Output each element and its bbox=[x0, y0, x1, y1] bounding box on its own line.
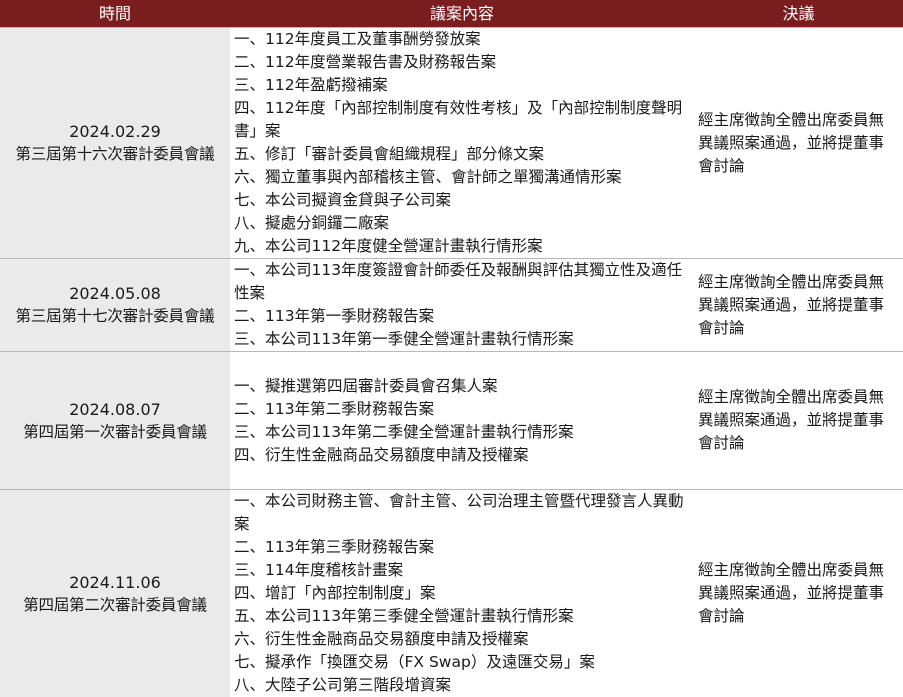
meeting-name: 第三屆第十七次審計委員會議 bbox=[0, 305, 230, 328]
resolution-cell: 經主席徵詢全體出席委員無異議照案通過，並將提董事會討論 bbox=[694, 352, 903, 490]
agenda-item: 五、本公司113年第三季健全營運計畫執行情形案 bbox=[234, 605, 688, 628]
agenda-item: 三、112年盈虧撥補案 bbox=[234, 74, 688, 97]
meeting-name: 第四屆第一次審計委員會議 bbox=[0, 421, 230, 444]
agenda-item: 六、衍生性金融商品交易額度申請及授權案 bbox=[234, 628, 688, 651]
header-content: 議案內容 bbox=[230, 0, 694, 28]
agenda-cell: 一、本公司113年度簽證會計師委任及報酬與評估其獨立性及適任性案 二、113年第… bbox=[230, 259, 694, 352]
meeting-time-cell: 2024.05.08 第三屆第十七次審計委員會議 bbox=[0, 259, 230, 352]
agenda-item: 八、大陸子公司第三階段增資案 bbox=[234, 674, 688, 697]
agenda-item: 三、本公司113年第二季健全營運計畫執行情形案 bbox=[234, 421, 688, 444]
resolution-cell: 經主席徵詢全體出席委員無異議照案通過，並將提董事會討論 bbox=[694, 28, 903, 259]
agenda-item: 四、衍生性金融商品交易額度申請及授權案 bbox=[234, 444, 688, 467]
agenda-item: 七、本公司擬資金貸與子公司案 bbox=[234, 189, 688, 212]
table-row: 2024.08.07 第四屆第一次審計委員會議 一、擬推選第四屆審計委員會召集人… bbox=[0, 352, 903, 490]
agenda-cell: 一、擬推選第四屆審計委員會召集人案 二、113年第二季財務報告案 三、本公司11… bbox=[230, 352, 694, 490]
table-row: 2024.11.06 第四屆第二次審計委員會議 一、本公司財務主管、會計主管、公… bbox=[0, 490, 903, 697]
agenda-item: 九、本公司112年度健全營運計畫執行情形案 bbox=[234, 235, 688, 258]
meeting-time-cell: 2024.08.07 第四屆第一次審計委員會議 bbox=[0, 352, 230, 490]
table-row: 2024.02.29 第三屆第十六次審計委員會議 一、112年度員工及董事酬勞發… bbox=[0, 28, 903, 259]
agenda-item: 三、114年度稽核計畫案 bbox=[234, 559, 688, 582]
resolution-cell: 經主席徵詢全體出席委員無異議照案通過，並將提董事會討論 bbox=[694, 490, 903, 697]
agenda-item: 一、本公司113年度簽證會計師委任及報酬與評估其獨立性及適任性案 bbox=[234, 259, 688, 305]
agenda-item: 二、113年第二季財務報告案 bbox=[234, 398, 688, 421]
agenda-item: 二、113年第三季財務報告案 bbox=[234, 536, 688, 559]
agenda-item: 五、修訂「審計委員會組織規程」部分條文案 bbox=[234, 143, 688, 166]
header-resolution: 決議 bbox=[694, 0, 903, 28]
table-row: 2024.05.08 第三屆第十七次審計委員會議 一、本公司113年度簽證會計師… bbox=[0, 259, 903, 352]
agenda-item: 四、112年度「內部控制制度有效性考核」及「內部控制制度聲明書」案 bbox=[234, 97, 688, 143]
agenda-item: 二、113年第一季財務報告案 bbox=[234, 305, 688, 328]
meeting-date: 2024.05.08 bbox=[0, 282, 230, 305]
agenda-item: 二、112年度營業報告書及財務報告案 bbox=[234, 51, 688, 74]
meeting-date: 2024.08.07 bbox=[0, 398, 230, 421]
meeting-time-cell: 2024.02.29 第三屆第十六次審計委員會議 bbox=[0, 28, 230, 259]
agenda-item: 八、擬處分銅鑼二廠案 bbox=[234, 212, 688, 235]
agenda-item: 六、獨立董事與內部稽核主管、會計師之單獨溝通情形案 bbox=[234, 166, 688, 189]
resolution-cell: 經主席徵詢全體出席委員無異議照案通過，並將提董事會討論 bbox=[694, 259, 903, 352]
meeting-name: 第三屆第十六次審計委員會議 bbox=[0, 143, 230, 166]
meeting-time-cell: 2024.11.06 第四屆第二次審計委員會議 bbox=[0, 490, 230, 697]
audit-committee-meetings-table: 時間 議案內容 決議 2024.02.29 第三屆第十六次審計委員會議 一、11… bbox=[0, 0, 903, 697]
agenda-item: 三、本公司113年第一季健全營運計畫執行情形案 bbox=[234, 328, 688, 351]
meeting-date: 2024.11.06 bbox=[0, 571, 230, 594]
agenda-item: 一、112年度員工及董事酬勞發放案 bbox=[234, 28, 688, 51]
agenda-item: 七、擬承作「換匯交易（FX Swap）及遠匯交易」案 bbox=[234, 651, 688, 674]
meeting-name: 第四屆第二次審計委員會議 bbox=[0, 594, 230, 617]
agenda-cell: 一、112年度員工及董事酬勞發放案 二、112年度營業報告書及財務報告案 三、1… bbox=[230, 28, 694, 259]
table-header: 時間 議案內容 決議 bbox=[0, 0, 903, 28]
agenda-item: 一、擬推選第四屆審計委員會召集人案 bbox=[234, 375, 688, 398]
meeting-date: 2024.02.29 bbox=[0, 120, 230, 143]
header-time: 時間 bbox=[0, 0, 230, 28]
agenda-item: 一、本公司財務主管、會計主管、公司治理主管暨代理發言人異動案 bbox=[234, 490, 688, 536]
agenda-cell: 一、本公司財務主管、會計主管、公司治理主管暨代理發言人異動案 二、113年第三季… bbox=[230, 490, 694, 697]
agenda-item: 四、增訂「內部控制制度」案 bbox=[234, 582, 688, 605]
